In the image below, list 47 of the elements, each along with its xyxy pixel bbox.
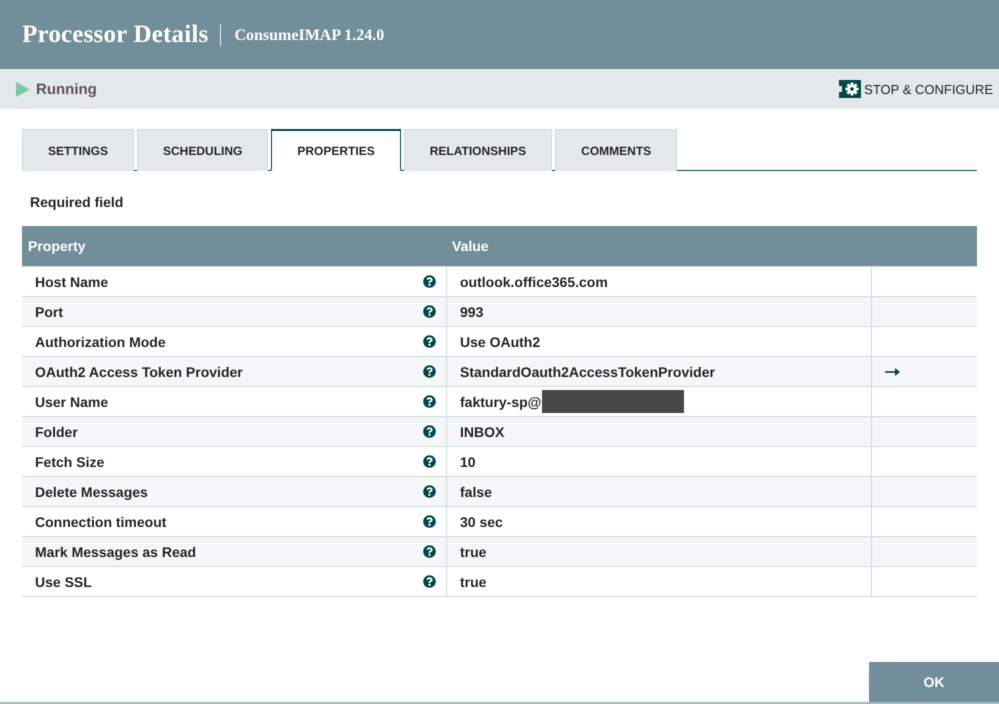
property-name: Delete Messages bbox=[35, 484, 148, 500]
tab[interactable]: PROPERTIES bbox=[271, 129, 401, 171]
tab[interactable]: COMMENTS bbox=[555, 129, 678, 171]
property-value[interactable]: Use OAuth2 bbox=[460, 334, 540, 350]
property-value[interactable]: true bbox=[460, 574, 486, 590]
help-icon[interactable] bbox=[423, 425, 436, 438]
help-icon[interactable] bbox=[423, 515, 436, 528]
help-icon[interactable] bbox=[423, 575, 436, 588]
property-name: Use SSL bbox=[35, 574, 92, 590]
property-name: Connection timeout bbox=[35, 514, 166, 530]
property-name: OAuth2 Access Token Provider bbox=[35, 364, 243, 380]
tab[interactable]: SETTINGS bbox=[22, 129, 134, 171]
property-value[interactable]: 10 bbox=[460, 454, 476, 470]
help-icon[interactable] bbox=[423, 395, 436, 408]
property-value[interactable]: true bbox=[460, 544, 486, 560]
property-name: Mark Messages as Read bbox=[35, 544, 196, 560]
help-icon[interactable] bbox=[423, 305, 436, 318]
property-value[interactable]: false bbox=[460, 484, 492, 500]
arrow-right-icon[interactable] bbox=[885, 368, 900, 376]
required-field-note: Required field bbox=[30, 194, 124, 210]
help-icon[interactable] bbox=[423, 455, 436, 468]
help-icon[interactable] bbox=[423, 275, 436, 288]
property-value[interactable]: StandardOauth2AccessTokenProvider bbox=[460, 364, 715, 380]
dialog-title: Processor Details bbox=[22, 20, 208, 48]
property-value[interactable]: 30 sec bbox=[460, 514, 503, 530]
property-name: User Name bbox=[35, 394, 108, 410]
help-icon[interactable] bbox=[423, 545, 436, 558]
property-name: Port bbox=[35, 304, 63, 320]
property-value[interactable]: faktury-sp@ bbox=[460, 394, 542, 410]
help-icon[interactable] bbox=[423, 335, 436, 348]
status-label: Running bbox=[36, 80, 97, 98]
property-name: Authorization Mode bbox=[35, 334, 166, 350]
tab[interactable]: SCHEDULING bbox=[137, 129, 268, 171]
property-value[interactable]: INBOX bbox=[460, 424, 504, 440]
help-icon[interactable] bbox=[423, 365, 436, 378]
stop-and-configure-button[interactable]: STOP & CONFIGURE bbox=[839, 80, 993, 98]
help-icon[interactable] bbox=[423, 485, 436, 498]
dialog-subtitle: ConsumeIMAP 1.24.0 bbox=[234, 27, 384, 45]
property-value[interactable]: outlook.office365.com bbox=[460, 274, 608, 290]
property-name: Host Name bbox=[35, 274, 108, 290]
column-header: Value bbox=[452, 238, 489, 254]
property-value[interactable]: 993 bbox=[460, 304, 484, 320]
tab[interactable]: RELATIONSHIPS bbox=[404, 129, 552, 171]
gear-icon bbox=[839, 80, 862, 98]
property-name: Folder bbox=[35, 424, 78, 440]
column-header: Property bbox=[28, 238, 86, 254]
property-name: Fetch Size bbox=[35, 454, 104, 470]
